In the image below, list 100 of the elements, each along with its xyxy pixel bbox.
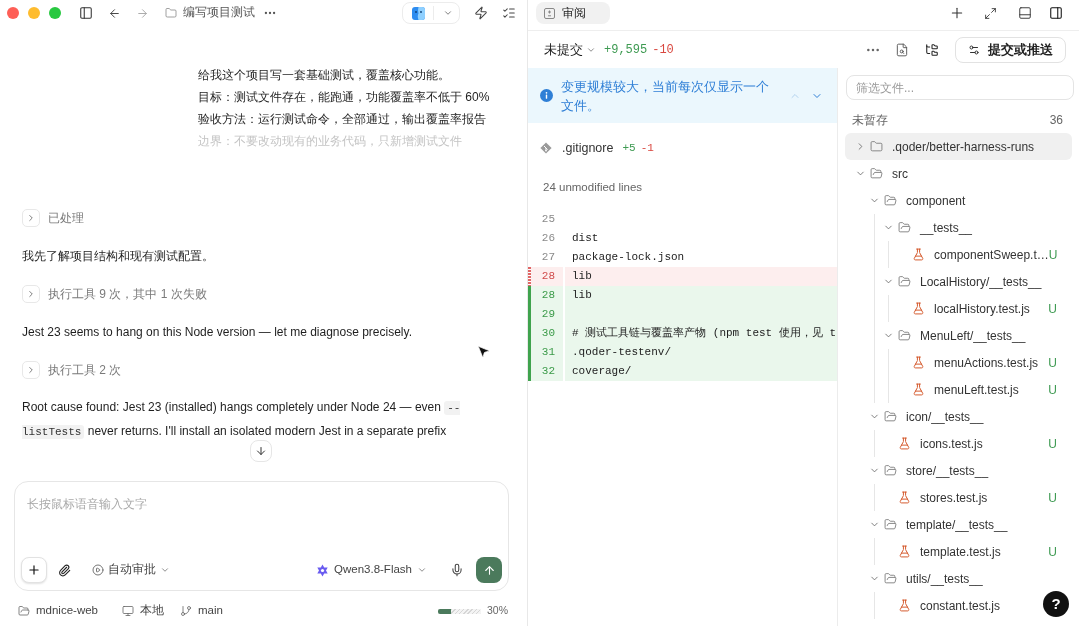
- info-icon: [540, 89, 553, 102]
- help-button[interactable]: ?: [1043, 591, 1069, 617]
- line-number: 28: [531, 286, 563, 305]
- checklist-icon[interactable]: [502, 6, 516, 20]
- close-window-button[interactable]: [7, 7, 19, 19]
- file-row[interactable]: menuActions.test.js: [845, 349, 1041, 376]
- diamond-icon: [540, 142, 552, 154]
- flask-icon: [911, 302, 925, 315]
- filter-files-input[interactable]: 筛选文件...: [846, 75, 1074, 100]
- git-status: U: [1048, 435, 1057, 453]
- file-name[interactable]: .gitignore: [562, 138, 614, 158]
- expand-icon[interactable]: [984, 6, 997, 20]
- folder-row[interactable]: LocalHistory/__tests__: [845, 268, 1072, 295]
- flask-icon: [897, 437, 911, 450]
- folder-row[interactable]: store/__tests__: [845, 457, 1072, 484]
- file-deletions: -1: [640, 140, 654, 156]
- bottom-panel-icon[interactable]: [1018, 6, 1032, 20]
- open-folder-icon: [883, 194, 897, 207]
- folder-row[interactable]: .qoder/better-harness-runs: [845, 133, 1072, 160]
- message-text: 我先了解项目结构和现有测试配置。: [22, 248, 214, 265]
- unmodified-lines-label[interactable]: 24 unmodified lines: [543, 179, 643, 197]
- deletions-count: -10: [652, 41, 674, 59]
- branch-name[interactable]: main: [198, 602, 223, 620]
- open-folder-icon: [897, 329, 911, 342]
- approval-mode-button[interactable]: 自动审批: [86, 558, 176, 582]
- scroll-down-button[interactable]: [250, 440, 272, 462]
- user-message-line: 给我这个项目写一套基础测试，覆盖核心功能。: [198, 67, 450, 84]
- face-tile-icon: [412, 6, 425, 20]
- sliders-icon: [968, 43, 980, 56]
- line-number: 31: [531, 343, 563, 362]
- app-switcher[interactable]: [402, 2, 460, 24]
- user-message-line: 验收方法：运行测试命令，全部通过，输出覆盖率报告: [198, 111, 486, 128]
- back-arrow-icon[interactable]: [108, 6, 121, 20]
- folder-row[interactable]: utils/__tests__: [845, 565, 1072, 592]
- microphone-icon[interactable]: [450, 563, 464, 577]
- folder-row[interactable]: component: [845, 187, 1072, 214]
- paperclip-icon[interactable]: [58, 563, 71, 577]
- file-row[interactable]: template.test.js: [845, 538, 1041, 565]
- commit-push-button[interactable]: 提交或推送: [955, 36, 1066, 63]
- composer-card[interactable]: 长按鼠标语音输入文字 自动审批 Qwen3.8-Flash: [14, 481, 509, 591]
- folder-row[interactable]: __tests__: [845, 214, 1072, 241]
- model-selector[interactable]: Qwen3.8-Flash: [312, 558, 431, 582]
- environment-label[interactable]: 本地: [140, 602, 164, 620]
- caret-icon: [160, 565, 170, 575]
- flask-icon: [911, 383, 925, 396]
- file-search-icon[interactable]: [895, 42, 909, 57]
- line-number: 29: [531, 305, 563, 324]
- monitor-icon: [122, 605, 134, 617]
- open-folder-icon: [897, 221, 911, 234]
- line-number: 26: [540, 231, 556, 246]
- folder-row[interactable]: src: [845, 160, 1072, 187]
- step-label: 执行工具 9 次，其中 1 次失败: [48, 286, 207, 303]
- add-button[interactable]: [21, 557, 47, 583]
- git-status: U: [1048, 381, 1057, 399]
- line-number: 30: [531, 324, 563, 343]
- right-panel-icon[interactable]: [1049, 6, 1063, 20]
- user-message-line: 目标：测试文件存在，能跑通，功能覆盖率不低于 60%: [198, 89, 490, 106]
- window-title: 编写项目测试: [183, 5, 255, 21]
- review-tab[interactable]: 审阅: [536, 2, 610, 24]
- code-line: package-lock.json: [571, 250, 686, 265]
- star-icon: [316, 563, 329, 577]
- send-button[interactable]: [476, 557, 502, 583]
- open-folder-icon: [883, 518, 897, 531]
- folder-row[interactable]: template/__tests__: [845, 511, 1072, 538]
- message-input[interactable]: 长按鼠标语音输入文字: [15, 482, 508, 555]
- arrow-up-icon: [482, 563, 496, 577]
- git-status: U: [1048, 489, 1057, 507]
- lightning-icon[interactable]: [474, 6, 488, 20]
- caret-icon: [443, 8, 453, 18]
- file-row[interactable]: icons.test.js: [845, 430, 1041, 457]
- chevron-right-icon: [26, 213, 36, 223]
- line-number: 27: [540, 250, 556, 265]
- branch-icon: [180, 605, 192, 617]
- file-row[interactable]: constant.test.js: [845, 592, 1041, 619]
- flask-icon: [897, 599, 911, 612]
- chevron-right-icon: [26, 365, 36, 375]
- project-name[interactable]: mdnice-web: [36, 602, 98, 620]
- flask-icon: [897, 545, 911, 558]
- notice-text: 变更规模较大，当前每次仅显示一个文件。: [561, 77, 770, 115]
- open-folder-icon: [883, 410, 897, 423]
- chevron-right-icon: [26, 289, 36, 299]
- file-row[interactable]: componentSweep.t…: [845, 241, 1049, 268]
- section-count: 36: [1049, 112, 1063, 129]
- folder-row[interactable]: icon/__tests__: [845, 403, 1072, 430]
- arrow-down-icon: [255, 445, 267, 457]
- git-status: U: [1048, 543, 1057, 561]
- folder-tree-icon[interactable]: [925, 42, 939, 57]
- plus-icon[interactable]: [949, 5, 965, 21]
- step-label: 已处理: [48, 210, 84, 227]
- open-folder-icon: [18, 605, 30, 617]
- caret-icon: [417, 565, 427, 575]
- file-row[interactable]: stores.test.js: [845, 484, 1041, 511]
- sidebar-toggle-icon[interactable]: [79, 6, 93, 20]
- line-number: 28: [531, 267, 563, 286]
- scope-dropdown[interactable]: 未提交: [544, 39, 596, 60]
- code-line: dist: [571, 231, 600, 246]
- file-row[interactable]: menuLeft.test.js: [845, 376, 1041, 403]
- file-row[interactable]: localHistory.test.js: [845, 295, 1041, 322]
- folder-row[interactable]: MenuLeft/__tests__: [845, 322, 1072, 349]
- diff-icon: [544, 7, 555, 19]
